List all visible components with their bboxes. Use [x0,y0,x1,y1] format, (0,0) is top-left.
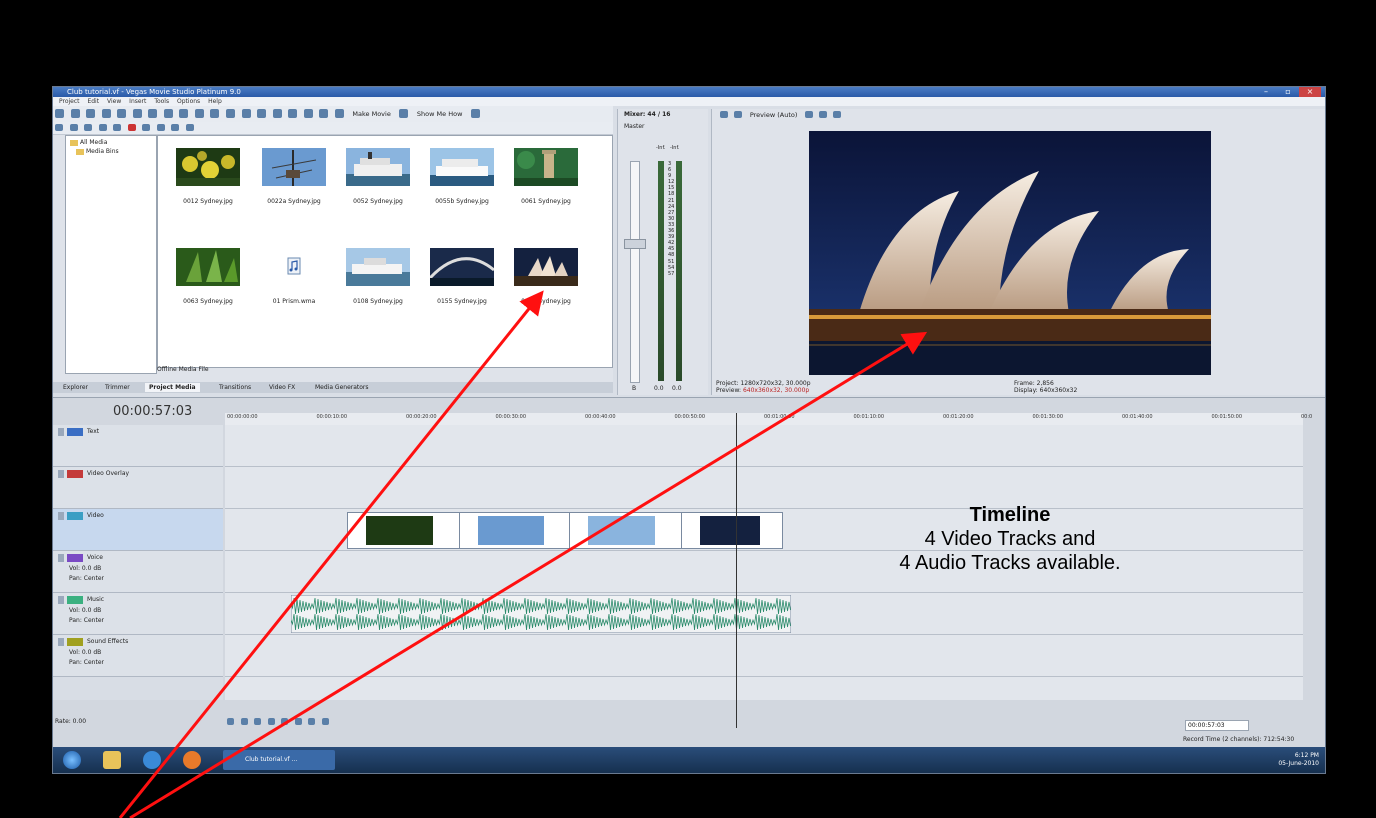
arrow-to-media [118,290,544,818]
arrow-to-preview [129,331,928,818]
annotation-arrows [118,290,928,818]
